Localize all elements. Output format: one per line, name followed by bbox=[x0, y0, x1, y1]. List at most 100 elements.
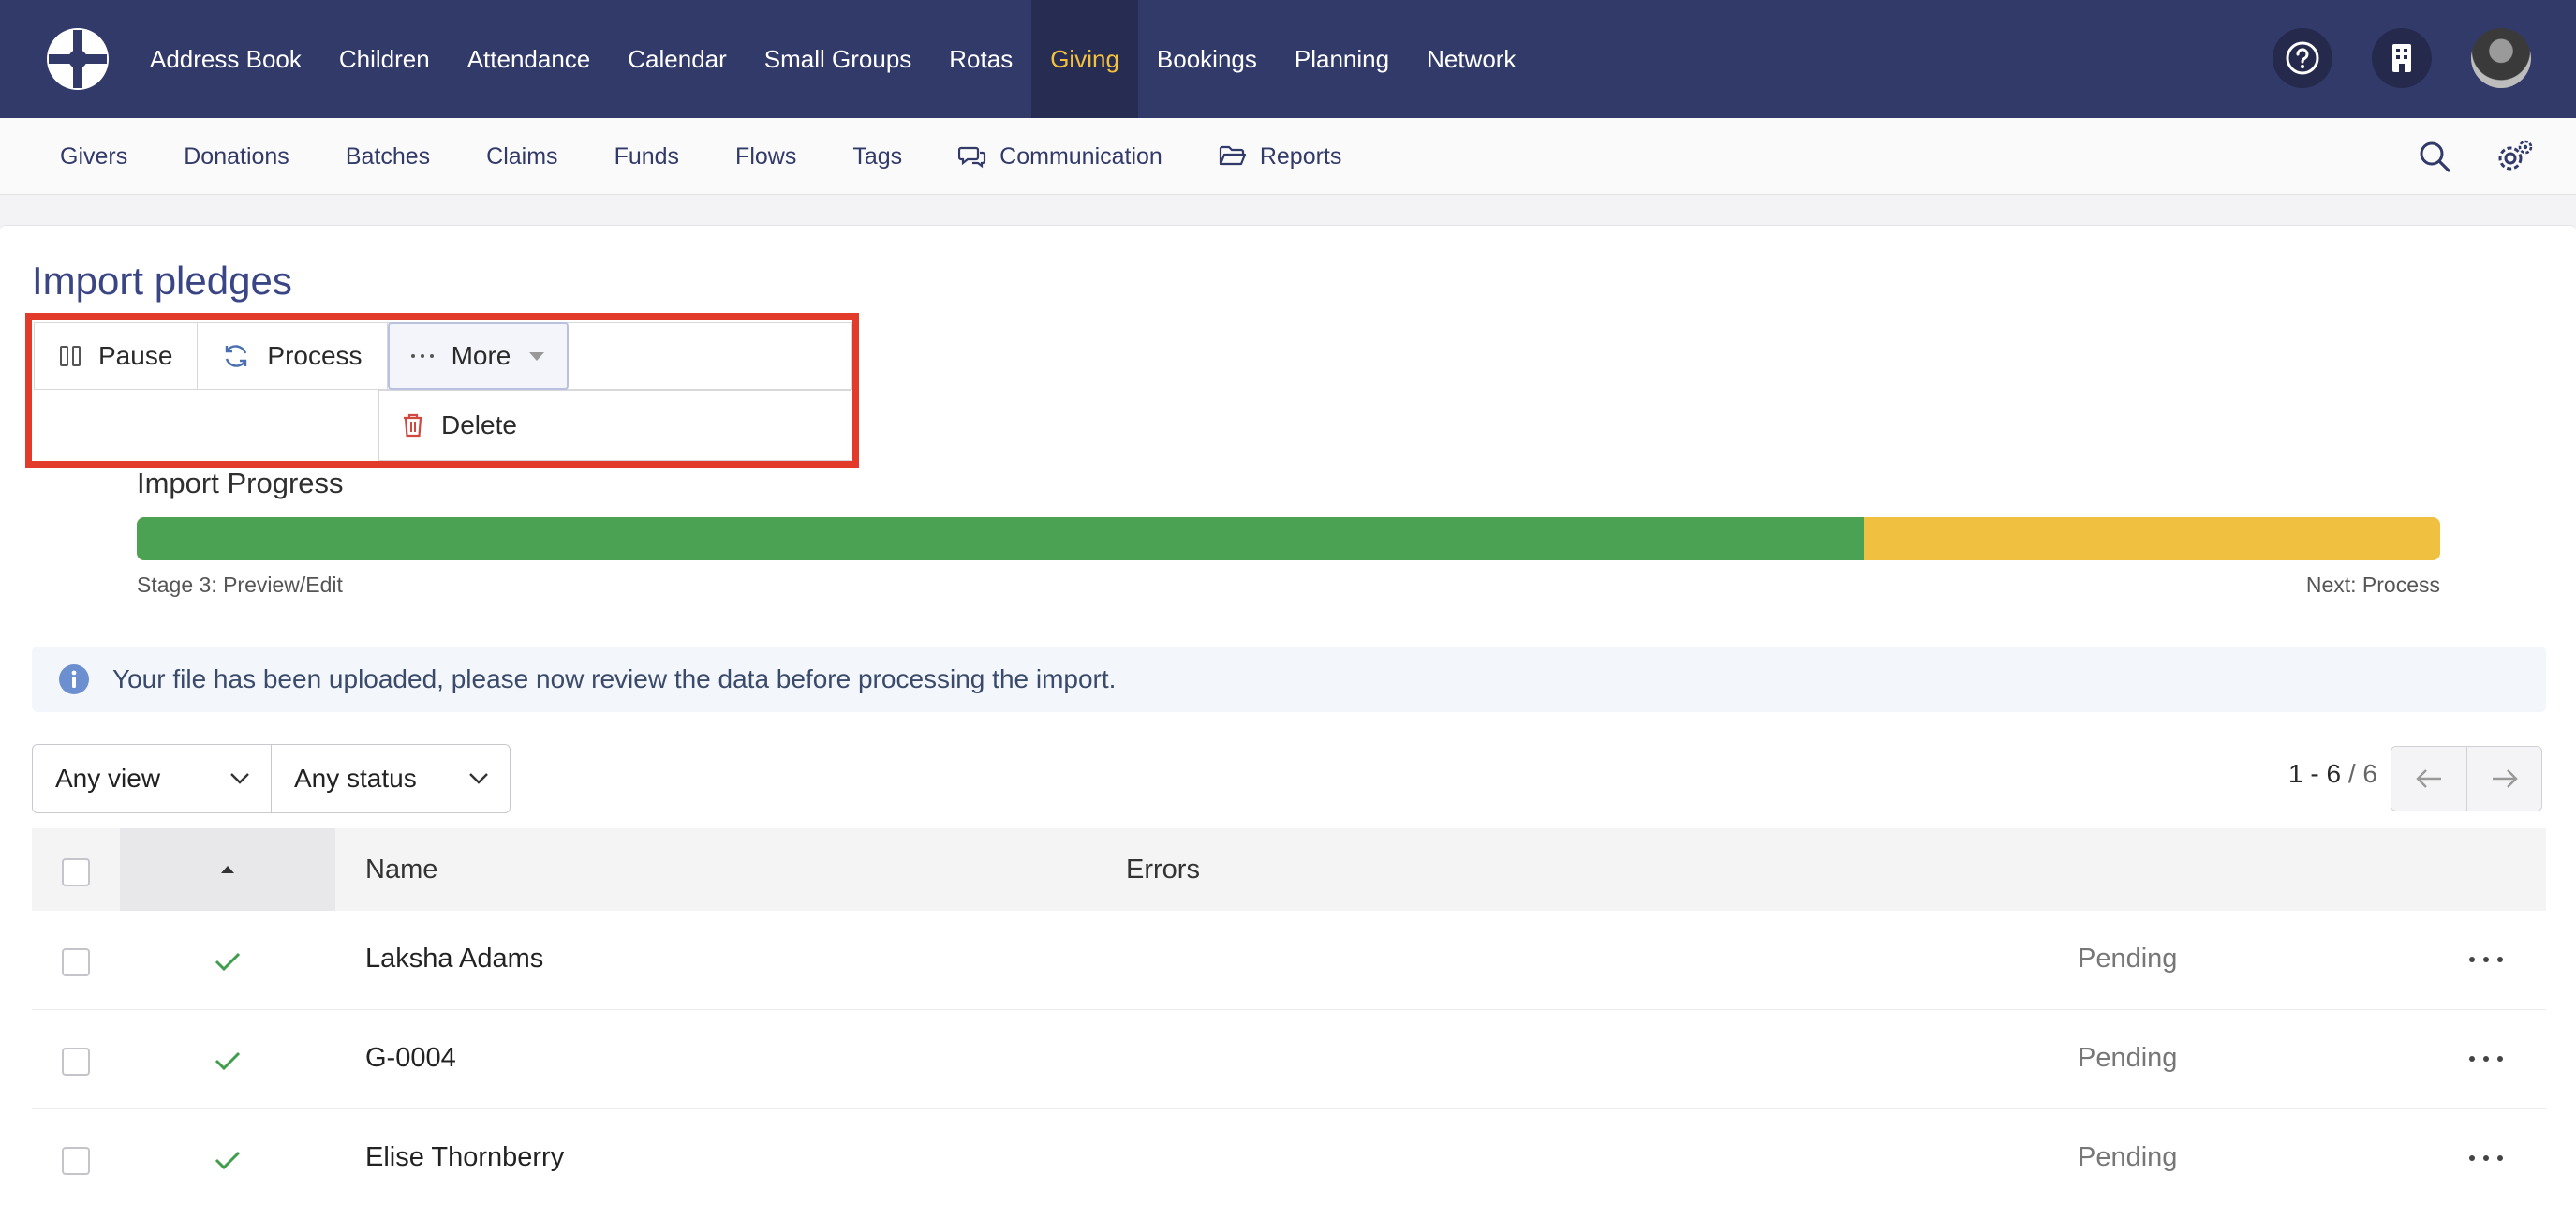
nav-giving[interactable]: Giving bbox=[1031, 0, 1138, 118]
subnav-communication[interactable]: Communication bbox=[940, 143, 1181, 171]
subnav-actions bbox=[2413, 135, 2537, 178]
pause-icon bbox=[60, 346, 81, 366]
search-icon bbox=[2420, 141, 2450, 172]
row-status: Pending bbox=[2078, 944, 2178, 974]
next-stage-text: Next: Process bbox=[2305, 573, 2440, 597]
building-icon bbox=[2392, 44, 2411, 72]
pause-label: Pause bbox=[98, 341, 173, 370]
row-status: Pending bbox=[2078, 1142, 2178, 1172]
subnav-tags[interactable]: Tags bbox=[834, 143, 921, 171]
subnav-reports[interactable]: Reports bbox=[1200, 143, 1361, 171]
info-icon bbox=[59, 664, 89, 694]
row-name: G-0004 bbox=[365, 1043, 456, 1073]
top-right-actions bbox=[2273, 28, 2531, 88]
settings-button[interactable] bbox=[2494, 135, 2537, 178]
folder-icon bbox=[1219, 145, 1246, 166]
subnav-label: Reports bbox=[1259, 142, 1342, 170]
import-toolbar: Pause Process More bbox=[34, 322, 852, 390]
subnav-label: Communication bbox=[999, 142, 1162, 170]
subnav-batches[interactable]: Batches bbox=[327, 143, 449, 171]
subnav-label: Claims bbox=[486, 142, 558, 170]
row-status: Pending bbox=[2078, 1043, 2178, 1073]
more-label: More bbox=[451, 341, 511, 370]
help-icon bbox=[2286, 41, 2319, 75]
pagination-count: 1 - 6 / 6 bbox=[2288, 759, 2377, 789]
view-filter-select[interactable]: Any view bbox=[32, 744, 272, 813]
pagination-controls bbox=[2391, 746, 2542, 811]
chevron-down-icon bbox=[230, 773, 249, 784]
nav-small-groups[interactable]: Small Groups bbox=[746, 0, 931, 118]
next-page-button[interactable] bbox=[2466, 747, 2541, 811]
nav-address-book[interactable]: Address Book bbox=[131, 0, 320, 118]
delete-label: Delete bbox=[441, 410, 517, 439]
subnav-claims[interactable]: Claims bbox=[467, 143, 576, 171]
sort-up-icon bbox=[221, 866, 234, 873]
gears-icon bbox=[2498, 140, 2533, 171]
nav-bookings[interactable]: Bookings bbox=[1138, 0, 1276, 118]
app-logo-icon[interactable] bbox=[45, 26, 111, 92]
previous-page-button[interactable] bbox=[2391, 747, 2466, 811]
nav-calendar[interactable]: Calendar bbox=[609, 0, 746, 118]
stage-text: Stage 3: Preview/Edit bbox=[137, 573, 343, 597]
valid-check-icon bbox=[215, 1151, 241, 1170]
ellipsis-icon bbox=[410, 354, 434, 358]
progress-label: Import Progress bbox=[137, 467, 344, 499]
pagination-total: / 6 bbox=[2341, 759, 2377, 788]
row-checkbox[interactable] bbox=[62, 1048, 90, 1076]
more-menu-delete[interactable]: Delete bbox=[378, 390, 851, 461]
select-all-checkbox[interactable] bbox=[62, 858, 90, 886]
sub-navigation-bar: Givers Donations Batches Claims Funds Fl… bbox=[0, 118, 2576, 195]
more-button[interactable]: More bbox=[387, 322, 570, 390]
name-column-header[interactable]: Name bbox=[365, 855, 437, 885]
nav-planning[interactable]: Planning bbox=[1276, 0, 1408, 118]
top-navigation-bar: Address Book Children Attendance Calenda… bbox=[0, 0, 2576, 118]
main-nav: Address Book Children Attendance Calenda… bbox=[131, 0, 1534, 118]
caret-down-icon bbox=[529, 352, 545, 361]
pause-button[interactable]: Pause bbox=[35, 323, 199, 389]
subnav-label: Batches bbox=[345, 142, 431, 170]
status-filter-select[interactable]: Any status bbox=[271, 744, 511, 813]
row-actions-button[interactable] bbox=[2469, 950, 2503, 969]
arrow-left-icon bbox=[2416, 769, 2441, 788]
row-checkbox[interactable] bbox=[62, 948, 90, 976]
process-button[interactable]: Process bbox=[198, 323, 388, 389]
sort-column-header[interactable] bbox=[120, 828, 335, 911]
import-progress-bar bbox=[137, 517, 2440, 560]
info-banner: Your file has been uploaded, please now … bbox=[32, 647, 2546, 712]
row-name: Elise Thornberry bbox=[365, 1142, 565, 1172]
pagination-range: 1 - 6 bbox=[2288, 759, 2342, 788]
valid-check-icon bbox=[215, 952, 241, 972]
subnav-flows[interactable]: Flows bbox=[717, 143, 815, 171]
subnav-givers[interactable]: Givers bbox=[41, 143, 146, 171]
nav-network[interactable]: Network bbox=[1408, 0, 1534, 118]
row-checkbox[interactable] bbox=[62, 1147, 90, 1175]
subnav-label: Donations bbox=[184, 142, 289, 170]
organisation-button[interactable] bbox=[2372, 28, 2432, 88]
subnav-funds[interactable]: Funds bbox=[596, 143, 698, 171]
progress-fill bbox=[137, 517, 1865, 560]
valid-check-icon bbox=[215, 1051, 241, 1071]
status-filter-value: Any status bbox=[294, 764, 417, 793]
help-button[interactable] bbox=[2273, 28, 2332, 88]
subnav-donations[interactable]: Donations bbox=[165, 143, 308, 171]
subnav-label: Givers bbox=[60, 142, 128, 170]
chevron-down-icon bbox=[469, 773, 488, 784]
chat-icon bbox=[958, 146, 986, 169]
row-actions-button[interactable] bbox=[2469, 1049, 2503, 1068]
nav-rotas[interactable]: Rotas bbox=[930, 0, 1031, 118]
subnav-label: Tags bbox=[852, 142, 903, 170]
nav-children[interactable]: Children bbox=[320, 0, 449, 118]
giving-subnav: Givers Donations Batches Claims Funds Fl… bbox=[41, 118, 1379, 195]
refresh-icon bbox=[226, 345, 247, 367]
process-label: Process bbox=[267, 341, 363, 370]
arrow-right-icon bbox=[2492, 769, 2518, 788]
view-filter-value: Any view bbox=[55, 764, 161, 793]
nav-attendance[interactable]: Attendance bbox=[449, 0, 610, 118]
page-title: Import pledges bbox=[32, 259, 292, 303]
row-actions-button[interactable] bbox=[2469, 1149, 2503, 1168]
subnav-label: Funds bbox=[614, 142, 680, 170]
user-avatar[interactable] bbox=[2471, 28, 2531, 88]
search-button[interactable] bbox=[2413, 135, 2456, 178]
subnav-label: Flows bbox=[735, 142, 797, 170]
info-message: Your file has been uploaded, please now … bbox=[112, 664, 1117, 693]
